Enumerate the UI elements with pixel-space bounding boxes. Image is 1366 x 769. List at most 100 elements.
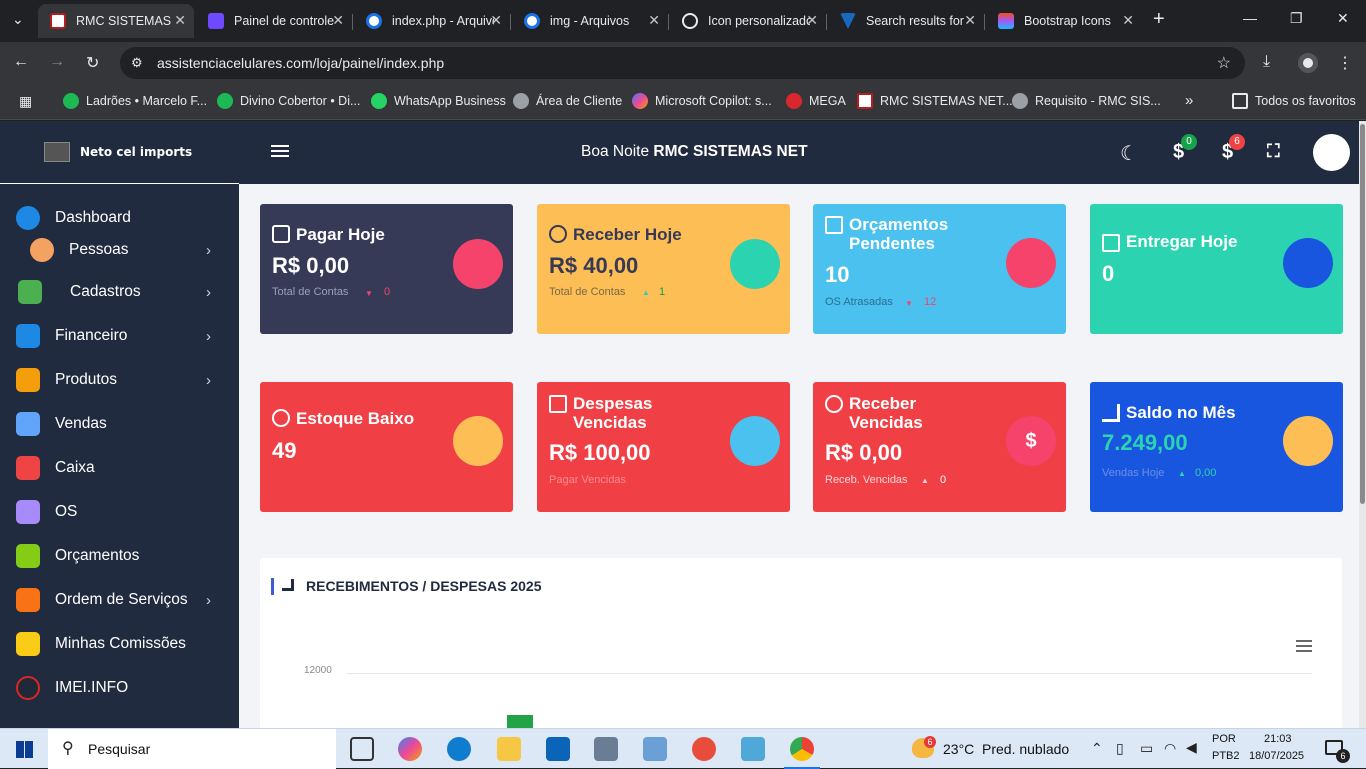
card-receber-vencidas[interactable]: Receber Vencidas R$ 0,00 Receb. Vencidas…: [813, 382, 1066, 512]
card-entregar-hoje[interactable]: Entregar Hoje 0: [1090, 204, 1343, 334]
sidebar-item-vendas[interactable]: Vendas: [0, 404, 239, 444]
tray-icon[interactable]: ▯: [1116, 740, 1124, 757]
chrome-icon[interactable]: [790, 737, 814, 761]
edge-icon[interactable]: [447, 737, 471, 761]
clock-time[interactable]: 21:03: [1264, 733, 1292, 745]
copilot-icon[interactable]: [398, 737, 422, 761]
close-icon[interactable]: ✕: [648, 12, 660, 29]
title-accent: [271, 578, 274, 595]
close-icon[interactable]: ✕: [332, 12, 344, 29]
tab-img[interactable]: img - Arquivos ✕: [512, 4, 668, 38]
tab-icon-personalizado[interactable]: Icon personalizado ✕: [670, 4, 826, 38]
card-title: Pagar Hoje: [296, 225, 385, 244]
tab-index-php[interactable]: index.php - Arquivos ✕: [354, 4, 510, 38]
taskbar-search-box[interactable]: ⚲ Pesquisar: [48, 729, 336, 769]
more-bookmarks-icon[interactable]: »: [1185, 92, 1193, 109]
new-tab-button[interactable]: +: [1153, 8, 1165, 31]
sidebar-item-ordem-servicos[interactable]: Ordem de Serviços ›: [0, 580, 239, 620]
avatar[interactable]: [1313, 134, 1350, 171]
card-receber-hoje[interactable]: Receber Hoje R$ 40,00 Total de Contas ▲ …: [537, 204, 790, 334]
site-info-icon[interactable]: ⚙: [131, 55, 143, 71]
card-saldo-mes[interactable]: Saldo no Mês 7.249,00 Vendas Hoje ▲ 0,00: [1090, 382, 1343, 512]
forward-icon[interactable]: →: [49, 53, 65, 71]
sidebar-item-financeiro[interactable]: Financeiro ›: [0, 316, 239, 356]
card-pagar-hoje[interactable]: Pagar Hoje R$ 0,00 Total de Contas ▼ 0: [260, 204, 513, 334]
tab-search-icon[interactable]: ⌄: [12, 11, 24, 28]
tab-search-results[interactable]: Search results for ✕: [828, 4, 984, 38]
close-icon[interactable]: ✕: [490, 12, 502, 29]
card-despesas-vencidas[interactable]: Despesas Vencidas R$ 100,00 Pagar Vencid…: [537, 382, 790, 512]
sidebar-item-pessoas[interactable]: Pessoas ›: [0, 230, 239, 270]
url-text[interactable]: assistenciacelulares.com/loja/painel/ind…: [157, 55, 444, 71]
close-icon[interactable]: ✕: [1122, 12, 1134, 29]
sidebar-item-os[interactable]: OS: [0, 492, 239, 532]
reload-icon[interactable]: ↻: [86, 53, 99, 73]
weather-temp[interactable]: 23°C: [943, 741, 974, 757]
brand[interactable]: Neto cel imports: [0, 121, 239, 184]
card-orcamentos-pendentes[interactable]: Orçamentos Pendentes 10 OS Atrasadas ▼ 1…: [813, 204, 1066, 334]
sidebar-item-produtos[interactable]: Produtos ›: [0, 360, 239, 400]
close-icon[interactable]: ✕: [174, 12, 186, 29]
os-icon: [16, 500, 40, 524]
volume-icon[interactable]: ◀: [1186, 739, 1197, 756]
page-scrollbar[interactable]: [1359, 121, 1366, 728]
sidebar-item-comissoes[interactable]: Minhas Comissões: [0, 624, 239, 664]
tab-rmc-sistemas[interactable]: RMC SISTEMAS ✕: [38, 4, 194, 38]
keyboard-layout[interactable]: PTB2: [1212, 750, 1240, 762]
menu-icon[interactable]: ⋮: [1337, 53, 1353, 73]
app-icon[interactable]: [741, 737, 765, 761]
bookmark-item[interactable]: RMC SISTEMAS NET...: [857, 93, 1013, 109]
battery-icon[interactable]: ▭: [1140, 740, 1153, 757]
clock-date[interactable]: 18/07/2025: [1249, 750, 1304, 762]
download-icon[interactable]: ⤓: [1263, 53, 1270, 71]
fullscreen-icon[interactable]: ⛶: [1267, 141, 1280, 162]
tab-bootstrap-icons[interactable]: Bootstrap Icons ✕: [986, 4, 1142, 38]
windows-start-icon[interactable]: [16, 741, 33, 758]
language-code[interactable]: POR: [1212, 733, 1236, 745]
minimize-icon[interactable]: —: [1243, 10, 1257, 26]
weather-text[interactable]: Pred. nublado: [982, 741, 1069, 757]
restore-icon[interactable]: ❐: [1290, 10, 1303, 27]
card-estoque-baixo[interactable]: Estoque Baixo 49: [260, 382, 513, 512]
bookmark-item[interactable]: Requisito - RMC SIS...: [1012, 93, 1161, 109]
bookmark-item[interactable]: WhatsApp Business: [371, 93, 506, 109]
spotify-icon: [63, 93, 79, 109]
greeting-name: RMC SISTEMAS NET: [653, 143, 808, 160]
chart-menu-icon[interactable]: [1296, 640, 1312, 652]
browser-tab-bar: ⌄ RMC SISTEMAS ✕ Painel de controle ✕ in…: [0, 0, 1366, 42]
chevron-right-icon: ›: [206, 591, 211, 609]
back-icon[interactable]: ←: [13, 53, 29, 71]
app-icon[interactable]: [692, 737, 716, 761]
outlook-icon[interactable]: [546, 737, 570, 761]
sidebar-item-imei[interactable]: IMEI.INFO: [0, 668, 239, 708]
moon-icon[interactable]: ☾: [1120, 141, 1138, 166]
bookmark-item[interactable]: MEGA: [786, 93, 846, 109]
app-icon[interactable]: [594, 737, 618, 761]
file-explorer-icon[interactable]: [497, 737, 521, 761]
budget-icon: [16, 544, 40, 568]
bookmark-label: Requisito - RMC SIS...: [1035, 94, 1161, 108]
app-icon[interactable]: [643, 737, 667, 761]
sidebar-item-orcamentos[interactable]: Orçamentos: [0, 536, 239, 576]
address-bar[interactable]: ⚙ assistenciacelulares.com/loja/painel/i…: [120, 47, 1245, 79]
hamburger-menu-icon[interactable]: [271, 145, 289, 159]
wifi-icon[interactable]: ◠: [1164, 740, 1176, 757]
sidebar-item-caixa[interactable]: Caixa: [0, 448, 239, 488]
close-window-icon[interactable]: ✕: [1337, 10, 1349, 27]
arrow-up-icon: ▲: [921, 476, 929, 485]
task-view-icon[interactable]: [350, 737, 374, 761]
tab-painel[interactable]: Painel de controle ✕: [196, 4, 352, 38]
bookmark-item[interactable]: Microsoft Copilot: s...: [632, 93, 772, 109]
bookmark-item[interactable]: Divino Cobertor • Di...: [217, 93, 360, 109]
profile-avatar[interactable]: [1298, 53, 1318, 73]
all-favorites[interactable]: Todos os favoritos: [1232, 93, 1356, 109]
close-icon[interactable]: ✕: [964, 12, 976, 29]
bookmark-item[interactable]: Ladrões • Marcelo F...: [63, 93, 207, 109]
chevron-up-icon[interactable]: ⌃: [1091, 740, 1103, 757]
sidebar-item-cadastros[interactable]: Cadastros ›: [0, 272, 239, 312]
close-icon[interactable]: ✕: [806, 12, 818, 29]
scrollbar-thumb[interactable]: [1360, 124, 1365, 504]
bookmark-item[interactable]: Área de Cliente: [513, 93, 622, 109]
apps-grid-icon[interactable]: ▦: [19, 93, 32, 110]
star-icon[interactable]: ☆: [1217, 53, 1231, 73]
